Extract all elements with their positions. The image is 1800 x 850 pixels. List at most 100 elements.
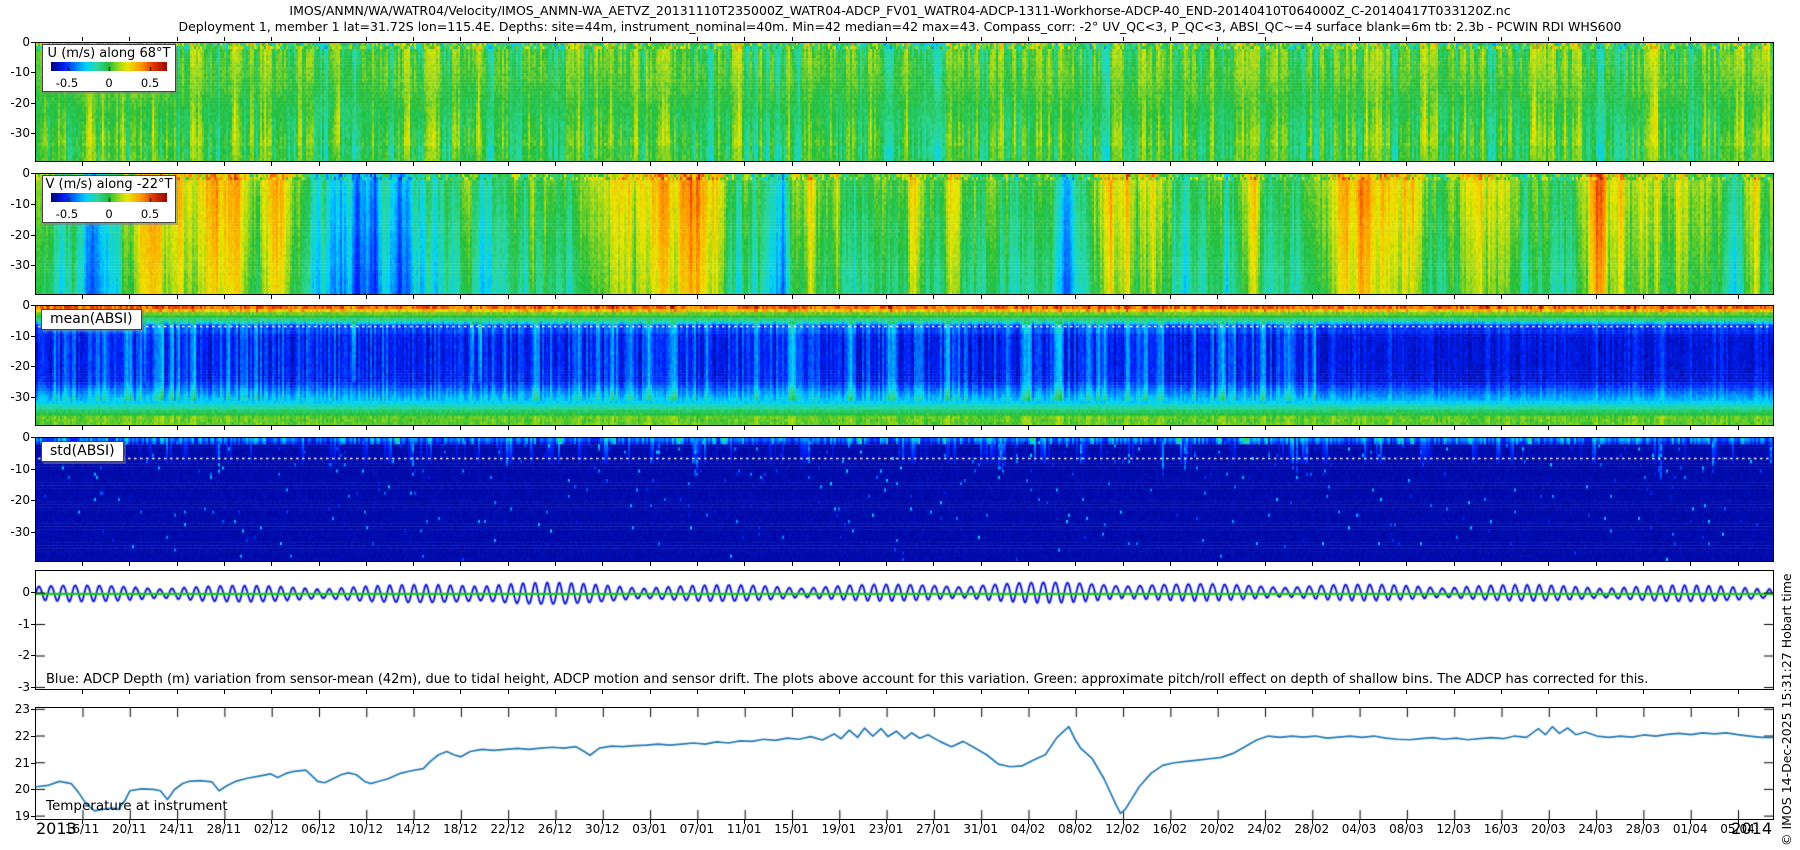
y-tick-mark [31,816,36,817]
x-tick-mark [1312,562,1313,566]
x-tick-mark [82,295,83,299]
x-tick-label: 31/01 [963,822,998,836]
x-tick-label: 04/03 [1342,822,1377,836]
x-tick-mark [1596,562,1597,566]
x-tick-mark [1454,426,1455,430]
x-tick-mark [839,820,840,824]
x-tick-mark [319,820,320,824]
x-tick-mark [129,562,130,566]
y-tick-label: -30 [0,390,30,404]
x-tick-mark [650,562,651,566]
y-tick-label: -20 [0,228,30,242]
adcp-figure: { "header": { "line1": "IMOS/ANMN/WA/WAT… [0,0,1800,850]
x-tick-mark [555,690,556,694]
x-tick-mark [1738,562,1739,566]
x-tick-mark [744,426,745,430]
x-tick-mark [271,690,272,694]
x-tick-mark [555,37,556,41]
x-tick-mark [1028,690,1029,694]
x-tick-mark [1265,820,1266,824]
x-tick-label: 08/02 [1058,822,1093,836]
x-tick-mark [1265,37,1266,41]
u-colorbar [51,62,167,71]
x-tick-mark [460,295,461,299]
y-tick-label: 22 [0,729,30,743]
x-tick-mark [1170,162,1171,166]
x-tick-mark [1123,562,1124,566]
x-tick-label: 12/02 [1105,822,1140,836]
x-tick-mark [1738,690,1739,694]
x-tick-mark [177,690,178,694]
x-tick-mark [1359,162,1360,166]
x-tick-mark [886,37,887,41]
x-tick-mark [1643,690,1644,694]
x-tick-label: 30/12 [585,822,620,836]
x-tick-label: 27/01 [916,822,951,836]
x-tick-mark [82,426,83,430]
v-colorbar-tick: 0 [105,207,112,221]
x-tick-mark [460,37,461,41]
x-tick-mark [1123,295,1124,299]
x-tick-mark [366,562,367,566]
x-tick-mark [602,295,603,299]
x-tick-mark [1312,426,1313,430]
x-tick-mark [1738,162,1739,166]
x-tick-mark [1028,820,1029,824]
u-legend-title: U (m/s) along 68°T [43,45,175,61]
x-tick-mark [933,690,934,694]
x-tick-mark [129,295,130,299]
x-tick-mark [1596,820,1597,824]
x-tick-mark [1359,295,1360,299]
x-tick-mark [650,37,651,41]
x-tick-mark [1501,37,1502,41]
x-tick-mark [1359,820,1360,824]
y-tick-mark [31,173,36,174]
x-tick-mark [1643,162,1644,166]
x-tick-mark [697,690,698,694]
x-tick-label: 04/02 [1011,822,1046,836]
x-tick-mark [650,690,651,694]
x-tick-mark [697,820,698,824]
x-tick-label: 03/01 [632,822,667,836]
y-tick-label: 0 [0,298,30,312]
x-tick-mark [1643,820,1644,824]
x-tick-mark [319,562,320,566]
x-tick-mark [271,562,272,566]
y-tick-mark [31,469,36,470]
v-velocity-heatmap [35,173,1774,295]
y-tick-mark [31,592,36,593]
x-tick-mark [1548,295,1549,299]
y-tick-mark [31,265,36,266]
x-tick-mark [1643,426,1644,430]
y-tick-label: -20 [0,96,30,110]
x-tick-mark [744,37,745,41]
x-tick-mark [1359,690,1360,694]
x-tick-mark [413,562,414,566]
y-tick-mark [31,366,36,367]
x-tick-mark [839,37,840,41]
x-tick-mark [1454,162,1455,166]
x-tick-mark [82,37,83,41]
x-tick-mark [697,295,698,299]
u-colorbar-tick: 0.5 [141,76,159,90]
x-tick-mark [413,690,414,694]
x-tick-mark [271,820,272,824]
x-tick-label: 08/03 [1389,822,1424,836]
x-tick-mark [602,562,603,566]
x-tick-mark [1075,162,1076,166]
x-tick-mark [1548,37,1549,41]
x-tick-mark [1123,690,1124,694]
x-tick-mark [1075,426,1076,430]
x-tick-mark [319,295,320,299]
x-tick-mark [933,295,934,299]
x-tick-mark [744,562,745,566]
x-tick-mark [602,162,603,166]
x-tick-label: 28/11 [207,822,242,836]
x-tick-mark [1406,562,1407,566]
x-tick-label: 02/12 [254,822,289,836]
x-tick-mark [886,820,887,824]
x-tick-label: 19/01 [822,822,857,836]
x-tick-mark [319,690,320,694]
x-tick-mark [508,562,509,566]
x-tick-mark [602,37,603,41]
